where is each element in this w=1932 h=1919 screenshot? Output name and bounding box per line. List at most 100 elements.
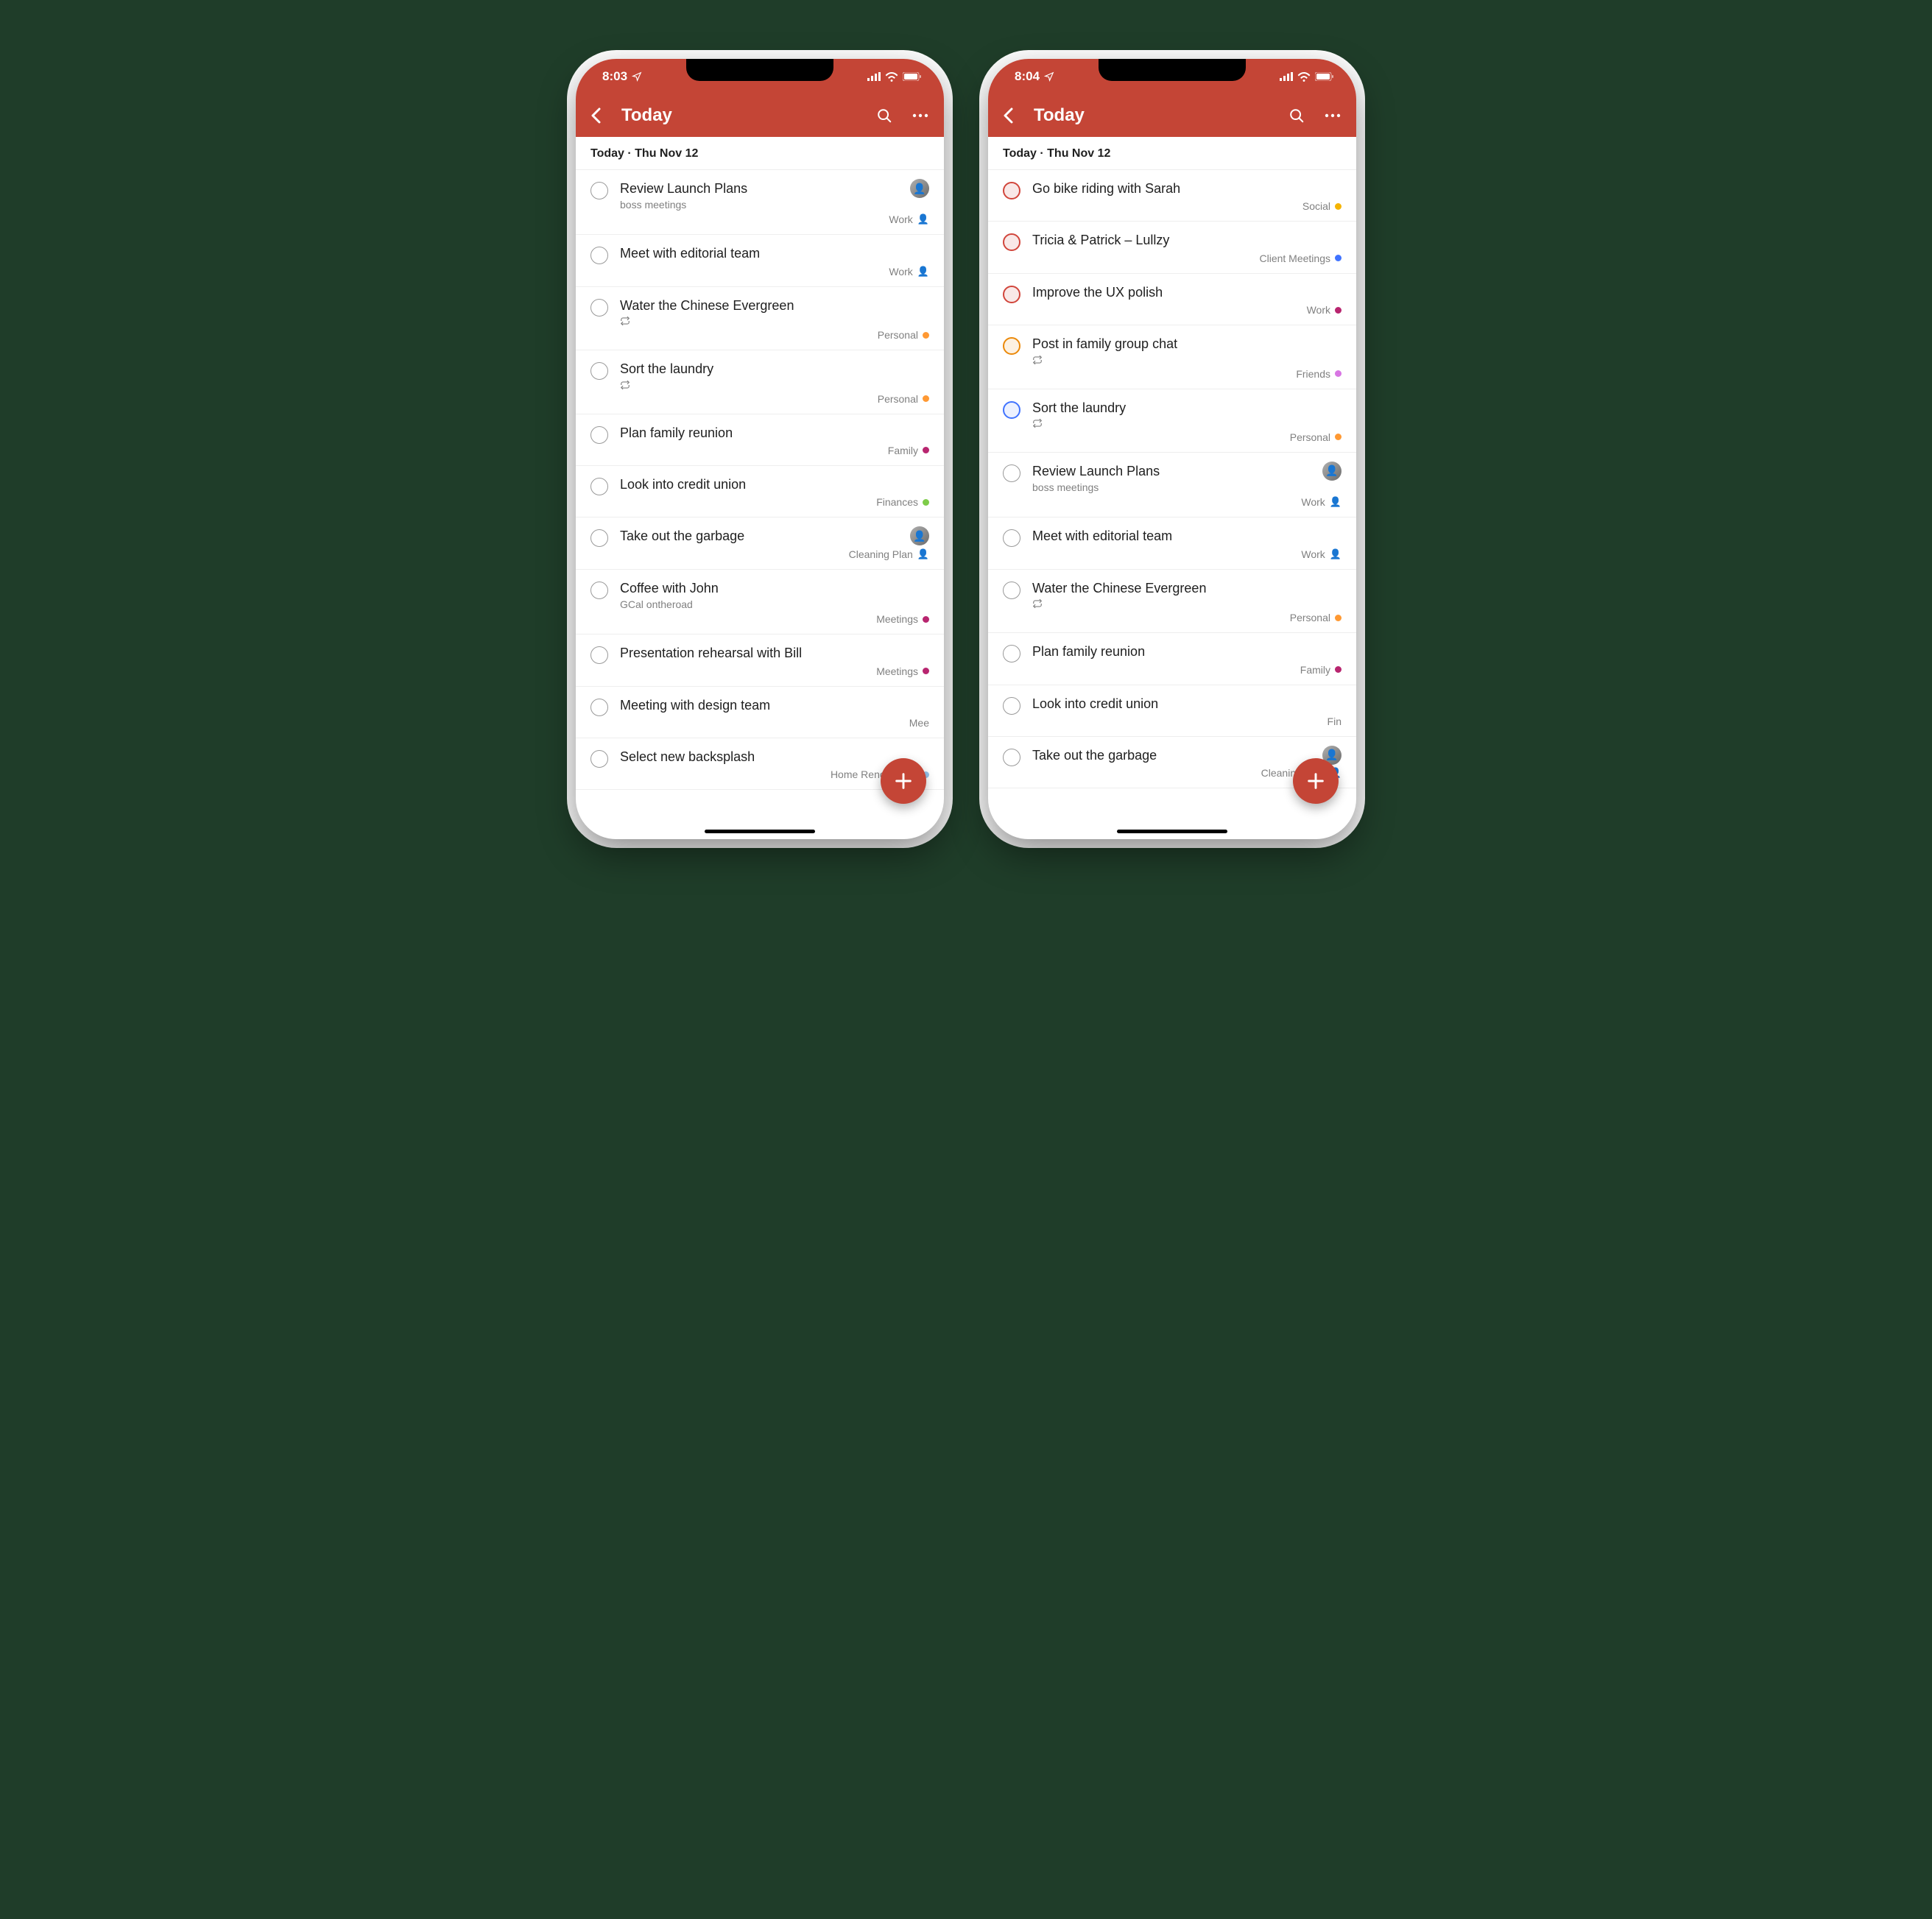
- project-color-dot: [1335, 370, 1342, 377]
- task-row[interactable]: Plan family reunion Family: [988, 633, 1356, 685]
- task-checkbox[interactable]: [1003, 464, 1020, 482]
- task-row[interactable]: Review Launch Plans boss meetings Work 👤…: [576, 170, 944, 235]
- back-button[interactable]: [590, 107, 611, 124]
- task-row[interactable]: Coffee with John GCal ontheroad Meetings: [576, 570, 944, 635]
- person-icon: 👤: [1330, 548, 1342, 560]
- task-row[interactable]: Presentation rehearsal with Bill Meeting…: [576, 635, 944, 686]
- task-checkbox[interactable]: [590, 646, 608, 664]
- task-title: Take out the garbage: [620, 528, 929, 545]
- task-row[interactable]: Meeting with design team Mee: [576, 687, 944, 738]
- project-label[interactable]: Client Meetings: [1260, 252, 1342, 264]
- phone-mockup: 8:04 Today Today · Thu Nov 12 Go bike ri: [988, 59, 1356, 839]
- task-row[interactable]: Review Launch Plans boss meetings Work 👤…: [988, 453, 1356, 517]
- project-color-dot: [1335, 203, 1342, 210]
- assignee-avatar[interactable]: 👤: [1322, 462, 1342, 481]
- app-header: Today: [988, 94, 1356, 137]
- task-checkbox[interactable]: [590, 299, 608, 317]
- task-row[interactable]: Sort the laundry Personal: [988, 389, 1356, 453]
- task-row[interactable]: Meet with editorial team Work 👤: [576, 235, 944, 286]
- project-label[interactable]: Family: [888, 445, 929, 456]
- project-label[interactable]: Fin: [1328, 715, 1342, 727]
- task-checkbox[interactable]: [1003, 286, 1020, 303]
- task-checkbox[interactable]: [590, 699, 608, 716]
- task-checkbox[interactable]: [1003, 582, 1020, 599]
- project-label[interactable]: Meetings: [876, 665, 929, 677]
- task-checkbox[interactable]: [590, 750, 608, 768]
- task-title: Water the Chinese Evergreen: [1032, 580, 1342, 597]
- project-color-dot: [1335, 666, 1342, 673]
- task-row[interactable]: Improve the UX polish Work: [988, 274, 1356, 325]
- signal-icon: [1280, 72, 1293, 81]
- signal-icon: [867, 72, 881, 81]
- project-label[interactable]: Work 👤: [889, 266, 929, 278]
- project-label[interactable]: Personal: [878, 393, 929, 405]
- task-checkbox[interactable]: [1003, 233, 1020, 251]
- task-checkbox[interactable]: [590, 478, 608, 495]
- project-label[interactable]: Family: [1300, 664, 1342, 676]
- task-checkbox[interactable]: [590, 529, 608, 547]
- header-title: Today: [1034, 105, 1288, 126]
- task-title: Water the Chinese Evergreen: [620, 297, 929, 314]
- task-checkbox[interactable]: [590, 182, 608, 199]
- add-task-button[interactable]: [881, 758, 926, 804]
- more-button[interactable]: [912, 113, 929, 118]
- person-icon: 👤: [917, 213, 929, 225]
- task-row[interactable]: Take out the garbage Cleaning Plan 👤 👤: [576, 517, 944, 569]
- task-row[interactable]: Look into credit union Fin: [988, 685, 1356, 737]
- task-title: Improve the UX polish: [1032, 284, 1342, 301]
- task-checkbox[interactable]: [1003, 337, 1020, 355]
- project-label[interactable]: Cleaning Plan 👤: [849, 548, 929, 560]
- task-title: Review Launch Plans: [1032, 463, 1342, 480]
- more-button[interactable]: [1324, 113, 1342, 118]
- project-color-dot: [923, 395, 929, 402]
- project-color-dot: [1335, 615, 1342, 621]
- task-title: Tricia & Patrick – Lullzy: [1032, 232, 1342, 249]
- task-row[interactable]: Plan family reunion Family: [576, 414, 944, 466]
- task-checkbox[interactable]: [1003, 182, 1020, 199]
- status-time: 8:03: [602, 69, 627, 84]
- task-title: Presentation rehearsal with Bill: [620, 645, 929, 662]
- project-label[interactable]: Work: [1307, 304, 1342, 316]
- task-checkbox[interactable]: [1003, 529, 1020, 547]
- location-icon: [1044, 71, 1054, 82]
- task-row[interactable]: Post in family group chat Friends: [988, 325, 1356, 389]
- task-checkbox[interactable]: [1003, 749, 1020, 766]
- project-label[interactable]: Personal: [1290, 612, 1342, 623]
- task-checkbox[interactable]: [590, 362, 608, 380]
- search-button[interactable]: [876, 107, 892, 124]
- project-label[interactable]: Meetings: [876, 613, 929, 625]
- task-subtitle: [620, 316, 929, 326]
- project-label[interactable]: Work 👤: [1301, 548, 1342, 560]
- project-label[interactable]: Personal: [1290, 431, 1342, 443]
- task-checkbox[interactable]: [590, 582, 608, 599]
- task-title: Select new backsplash: [620, 749, 929, 766]
- task-row[interactable]: Meet with editorial team Work 👤: [988, 517, 1356, 569]
- project-label[interactable]: Mee: [909, 717, 929, 729]
- project-label[interactable]: Friends: [1296, 368, 1342, 380]
- task-row[interactable]: Water the Chinese Evergreen Personal: [988, 570, 1356, 633]
- project-label[interactable]: Personal: [878, 329, 929, 341]
- task-row[interactable]: Water the Chinese Evergreen Personal: [576, 287, 944, 350]
- task-row[interactable]: Look into credit union Finances: [576, 466, 944, 517]
- task-title: Look into credit union: [620, 476, 929, 493]
- app-header: Today: [576, 94, 944, 137]
- task-row[interactable]: Go bike riding with Sarah Social: [988, 170, 1356, 222]
- task-checkbox[interactable]: [1003, 645, 1020, 662]
- project-color-dot: [923, 616, 929, 623]
- assignee-avatar[interactable]: 👤: [910, 179, 929, 198]
- task-title: Meet with editorial team: [620, 245, 929, 262]
- project-label[interactable]: Work 👤: [889, 213, 929, 225]
- task-checkbox[interactable]: [1003, 697, 1020, 715]
- task-row[interactable]: Sort the laundry Personal: [576, 350, 944, 414]
- project-label[interactable]: Finances: [876, 496, 929, 508]
- task-row[interactable]: Tricia & Patrick – Lullzy Client Meeting…: [988, 222, 1356, 273]
- task-subtitle: boss meetings: [1032, 481, 1342, 493]
- task-checkbox[interactable]: [590, 247, 608, 264]
- project-label[interactable]: Work 👤: [1301, 496, 1342, 508]
- project-label[interactable]: Social: [1302, 200, 1342, 212]
- task-checkbox[interactable]: [590, 426, 608, 444]
- back-button[interactable]: [1003, 107, 1023, 124]
- search-button[interactable]: [1288, 107, 1305, 124]
- add-task-button[interactable]: [1293, 758, 1339, 804]
- task-checkbox[interactable]: [1003, 401, 1020, 419]
